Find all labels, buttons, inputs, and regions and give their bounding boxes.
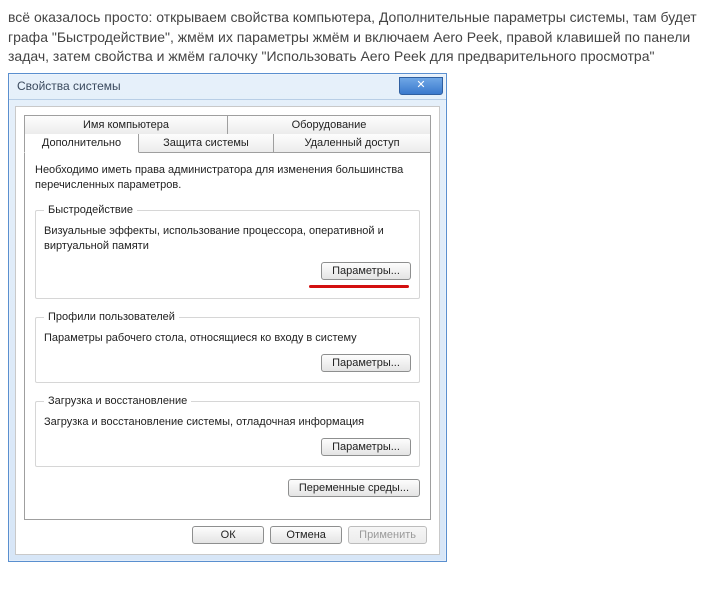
tab-hardware[interactable]: Оборудование (228, 115, 431, 134)
close-button[interactable]: ✕ (399, 77, 443, 95)
ok-button[interactable]: ОК (192, 526, 264, 544)
apply-button[interactable]: Применить (348, 526, 427, 544)
system-properties-window: Свойства системы ✕ Имя компьютера Оборуд… (8, 73, 447, 562)
environment-variables-button[interactable]: Переменные среды... (288, 479, 420, 497)
group-startup-recovery: Загрузка и восстановление Загрузка и вос… (35, 395, 420, 467)
cancel-button[interactable]: Отмена (270, 526, 342, 544)
group-startup-recovery-legend: Загрузка и восстановление (44, 395, 191, 407)
article-intro-text: всё оказалось просто: открываем свойства… (8, 8, 717, 67)
group-user-profiles: Профили пользователей Параметры рабочего… (35, 311, 420, 383)
tab-advanced[interactable]: Дополнительно (24, 134, 139, 153)
tab-remote[interactable]: Удаленный доступ (274, 134, 431, 153)
window-title: Свойства системы (17, 79, 121, 93)
tab-row-upper: Имя компьютера Оборудование (24, 115, 431, 134)
group-performance-legend: Быстродействие (44, 204, 137, 216)
group-performance-desc: Визуальные эффекты, использование процес… (44, 224, 411, 254)
user-profiles-settings-button[interactable]: Параметры... (321, 354, 411, 372)
window-client-area: Имя компьютера Оборудование Дополнительн… (15, 106, 440, 555)
group-performance: Быстродействие Визуальные эффекты, испол… (35, 204, 420, 299)
tab-row-lower: Дополнительно Защита системы Удаленный д… (24, 134, 431, 153)
panel-intro-text: Необходимо иметь права администратора дл… (35, 163, 420, 193)
startup-recovery-settings-button[interactable]: Параметры... (321, 438, 411, 456)
dialog-button-row: ОК Отмена Применить (24, 520, 431, 546)
tabs-container: Имя компьютера Оборудование Дополнительн… (24, 115, 431, 520)
group-user-profiles-legend: Профили пользователей (44, 311, 179, 323)
highlight-underline (309, 285, 409, 288)
group-startup-recovery-desc: Загрузка и восстановление системы, отлад… (44, 415, 411, 430)
window-titlebar: Свойства системы ✕ (9, 74, 446, 100)
tab-computer-name[interactable]: Имя компьютера (24, 115, 228, 134)
group-user-profiles-desc: Параметры рабочего стола, относящиеся ко… (44, 331, 411, 346)
tab-panel-advanced: Необходимо иметь права администратора дл… (24, 153, 431, 520)
performance-settings-button[interactable]: Параметры... (321, 262, 411, 280)
tab-system-protection[interactable]: Защита системы (139, 134, 274, 153)
